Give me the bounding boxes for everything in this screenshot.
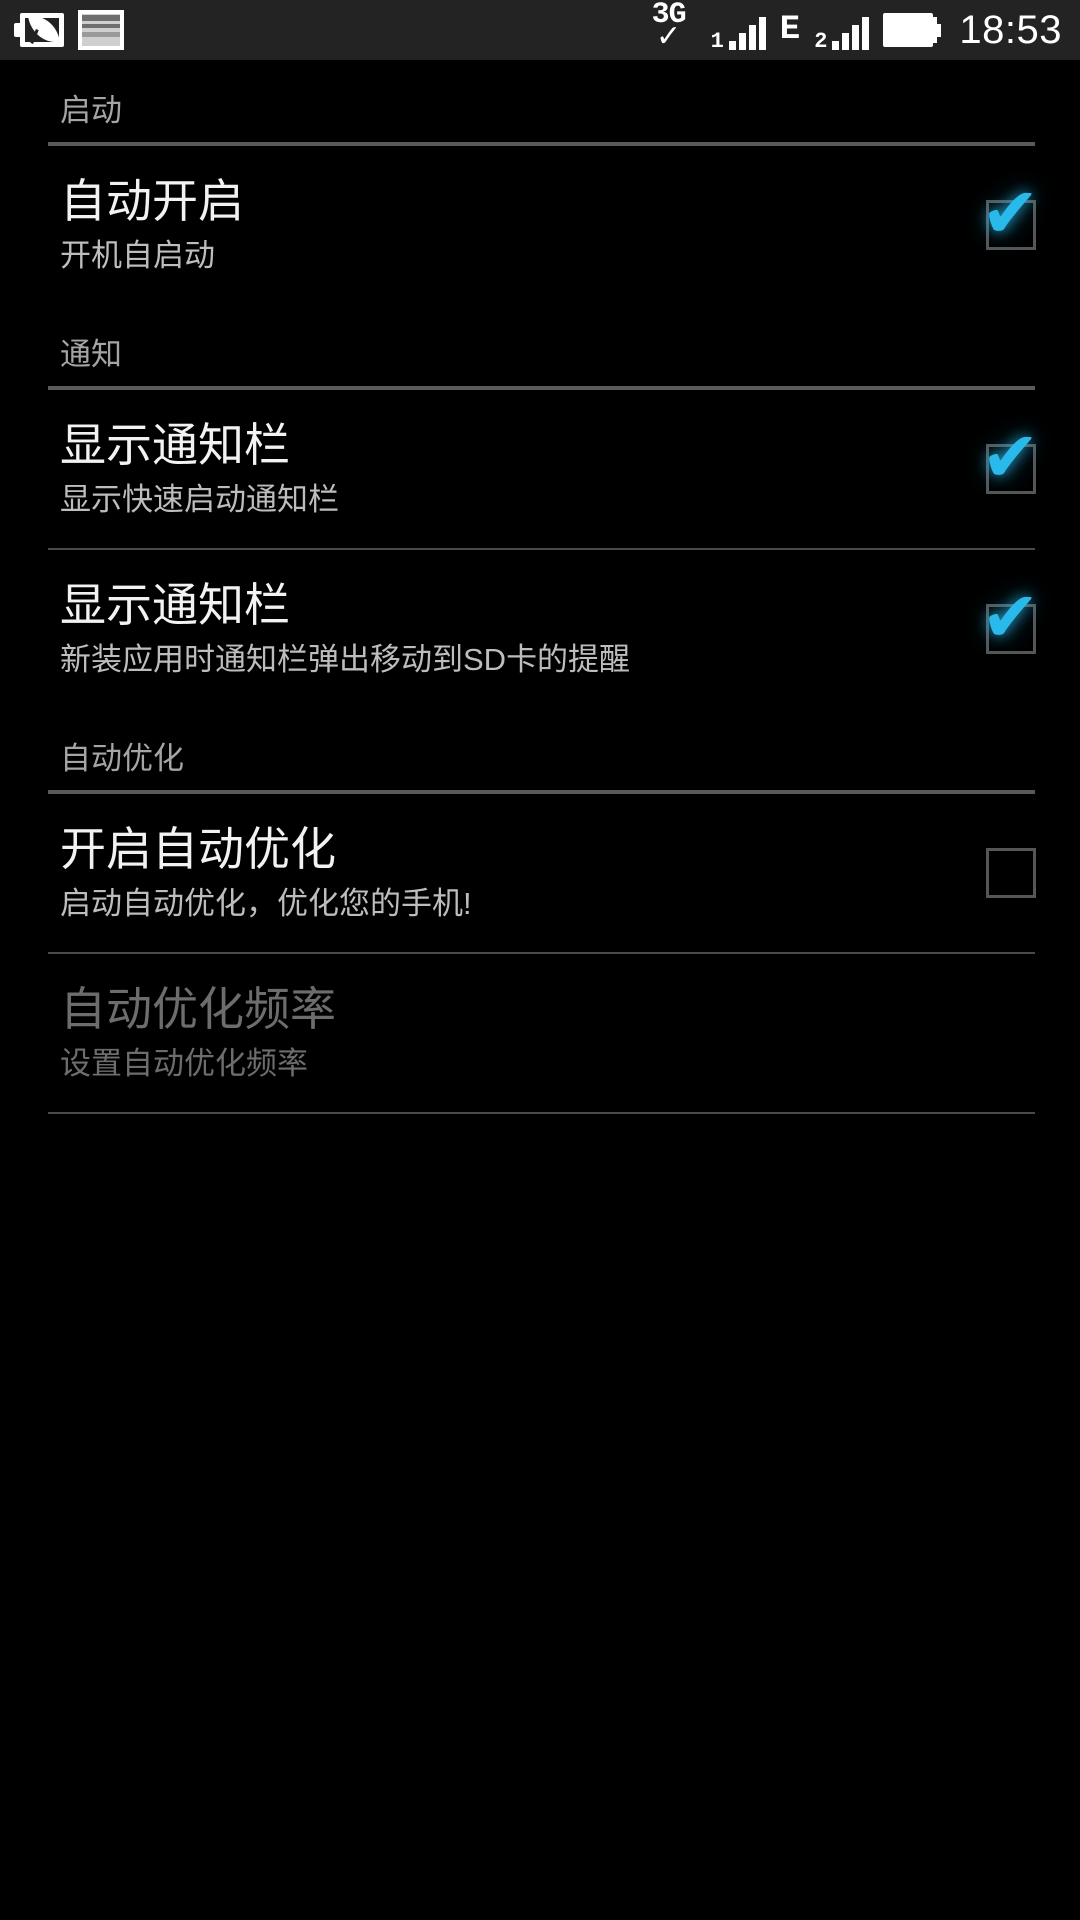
section-header-startup: 启动 — [0, 60, 1080, 142]
section-title: 启动 — [60, 93, 122, 128]
list-item-subtitle: 显示快速启动通知栏 — [60, 482, 339, 517]
section-header-auto-optimize: 自动优化 — [0, 708, 1080, 790]
checkbox-sd-move-notification[interactable]: ✔ — [981, 582, 1040, 654]
list-item-subtitle: 新装应用时通知栏弹出移动到SD卡的提醒 — [60, 642, 631, 677]
status-bar-clock: 18:53 — [959, 8, 1062, 52]
section-title: 自动优化 — [60, 741, 184, 776]
list-item-sd-move-notification[interactable]: 显示通知栏 新装应用时通知栏弹出移动到SD卡的提醒 ✔ — [0, 550, 1080, 708]
check-icon: ✔ — [981, 174, 1040, 252]
list-item-title: 显示通知栏 — [60, 419, 290, 471]
list-item-subtitle: 开机自启动 — [60, 238, 215, 273]
settings-list: 启动 自动开启 开机自启动 ✔ 通知 显示通知栏 显示快速启动通知栏 ✔ 显示通… — [0, 60, 1080, 1114]
power-saver-leaf-battery-icon — [14, 11, 66, 49]
battery-full-icon — [883, 13, 942, 47]
sim1-label: 1 — [710, 29, 724, 54]
list-item-auto-optimize-frequency: 自动优化频率 设置自动优化频率 — [0, 954, 1080, 1112]
signal-bars-sim2-icon: 2 — [814, 10, 870, 54]
screenshot-picture-icon — [78, 10, 124, 50]
network-3g-check-glyph: ✓ — [656, 20, 682, 53]
signal-bars-sim1-icon: 1 — [710, 10, 766, 54]
status-bar-left-icons — [14, 10, 124, 50]
list-item-texts: 自动开启 开机自启动 — [60, 174, 966, 276]
list-item-title: 自动开启 — [60, 175, 244, 227]
phone-screen: 3G ✓ 1 E 2 18:53 启动 自动开启 开机自启动 ✔ 通知 显示通知… — [0, 0, 1080, 1920]
list-item-title: 显示通知栏 — [60, 579, 290, 631]
checkbox-auto-start[interactable]: ✔ — [981, 178, 1040, 250]
list-item-texts: 显示通知栏 显示快速启动通知栏 — [60, 418, 966, 520]
list-item-show-notification-bar[interactable]: 显示通知栏 显示快速启动通知栏 ✔ — [0, 390, 1080, 548]
sim1-bars — [728, 17, 766, 50]
item-divider — [48, 1112, 1035, 1114]
sim2-bars — [832, 17, 870, 50]
sim2-label: 2 — [814, 29, 828, 54]
status-bar: 3G ✓ 1 E 2 18:53 — [0, 0, 1080, 60]
list-item-texts: 开启自动优化 启动自动优化，优化您的手机! — [60, 822, 966, 924]
check-icon: ✔ — [981, 578, 1040, 656]
network-edge-icon: E — [779, 11, 801, 49]
checkbox-show-notification-bar[interactable]: ✔ — [981, 422, 1040, 494]
list-item-subtitle: 设置自动优化频率 — [60, 1046, 308, 1081]
section-title: 通知 — [60, 337, 122, 372]
list-item-texts: 自动优化频率 设置自动优化频率 — [60, 982, 1036, 1084]
list-item-title: 开启自动优化 — [60, 823, 336, 875]
checkbox-enable-auto-optimize[interactable]: ✔ — [986, 848, 1036, 898]
list-item-subtitle: 启动自动优化，优化您的手机! — [60, 886, 472, 921]
list-item-texts: 显示通知栏 新装应用时通知栏弹出移动到SD卡的提醒 — [60, 578, 966, 680]
check-icon: ✔ — [981, 418, 1040, 496]
list-item-auto-start[interactable]: 自动开启 开机自启动 ✔ — [0, 146, 1080, 304]
list-item-enable-auto-optimize[interactable]: 开启自动优化 启动自动优化，优化您的手机! ✔ — [0, 794, 1080, 952]
list-item-title: 自动优化频率 — [60, 983, 336, 1035]
section-header-notification: 通知 — [0, 304, 1080, 386]
network-3g-check-icon: 3G ✓ — [641, 0, 697, 58]
status-bar-right-icons: 3G ✓ 1 E 2 18:53 — [641, 0, 1062, 58]
